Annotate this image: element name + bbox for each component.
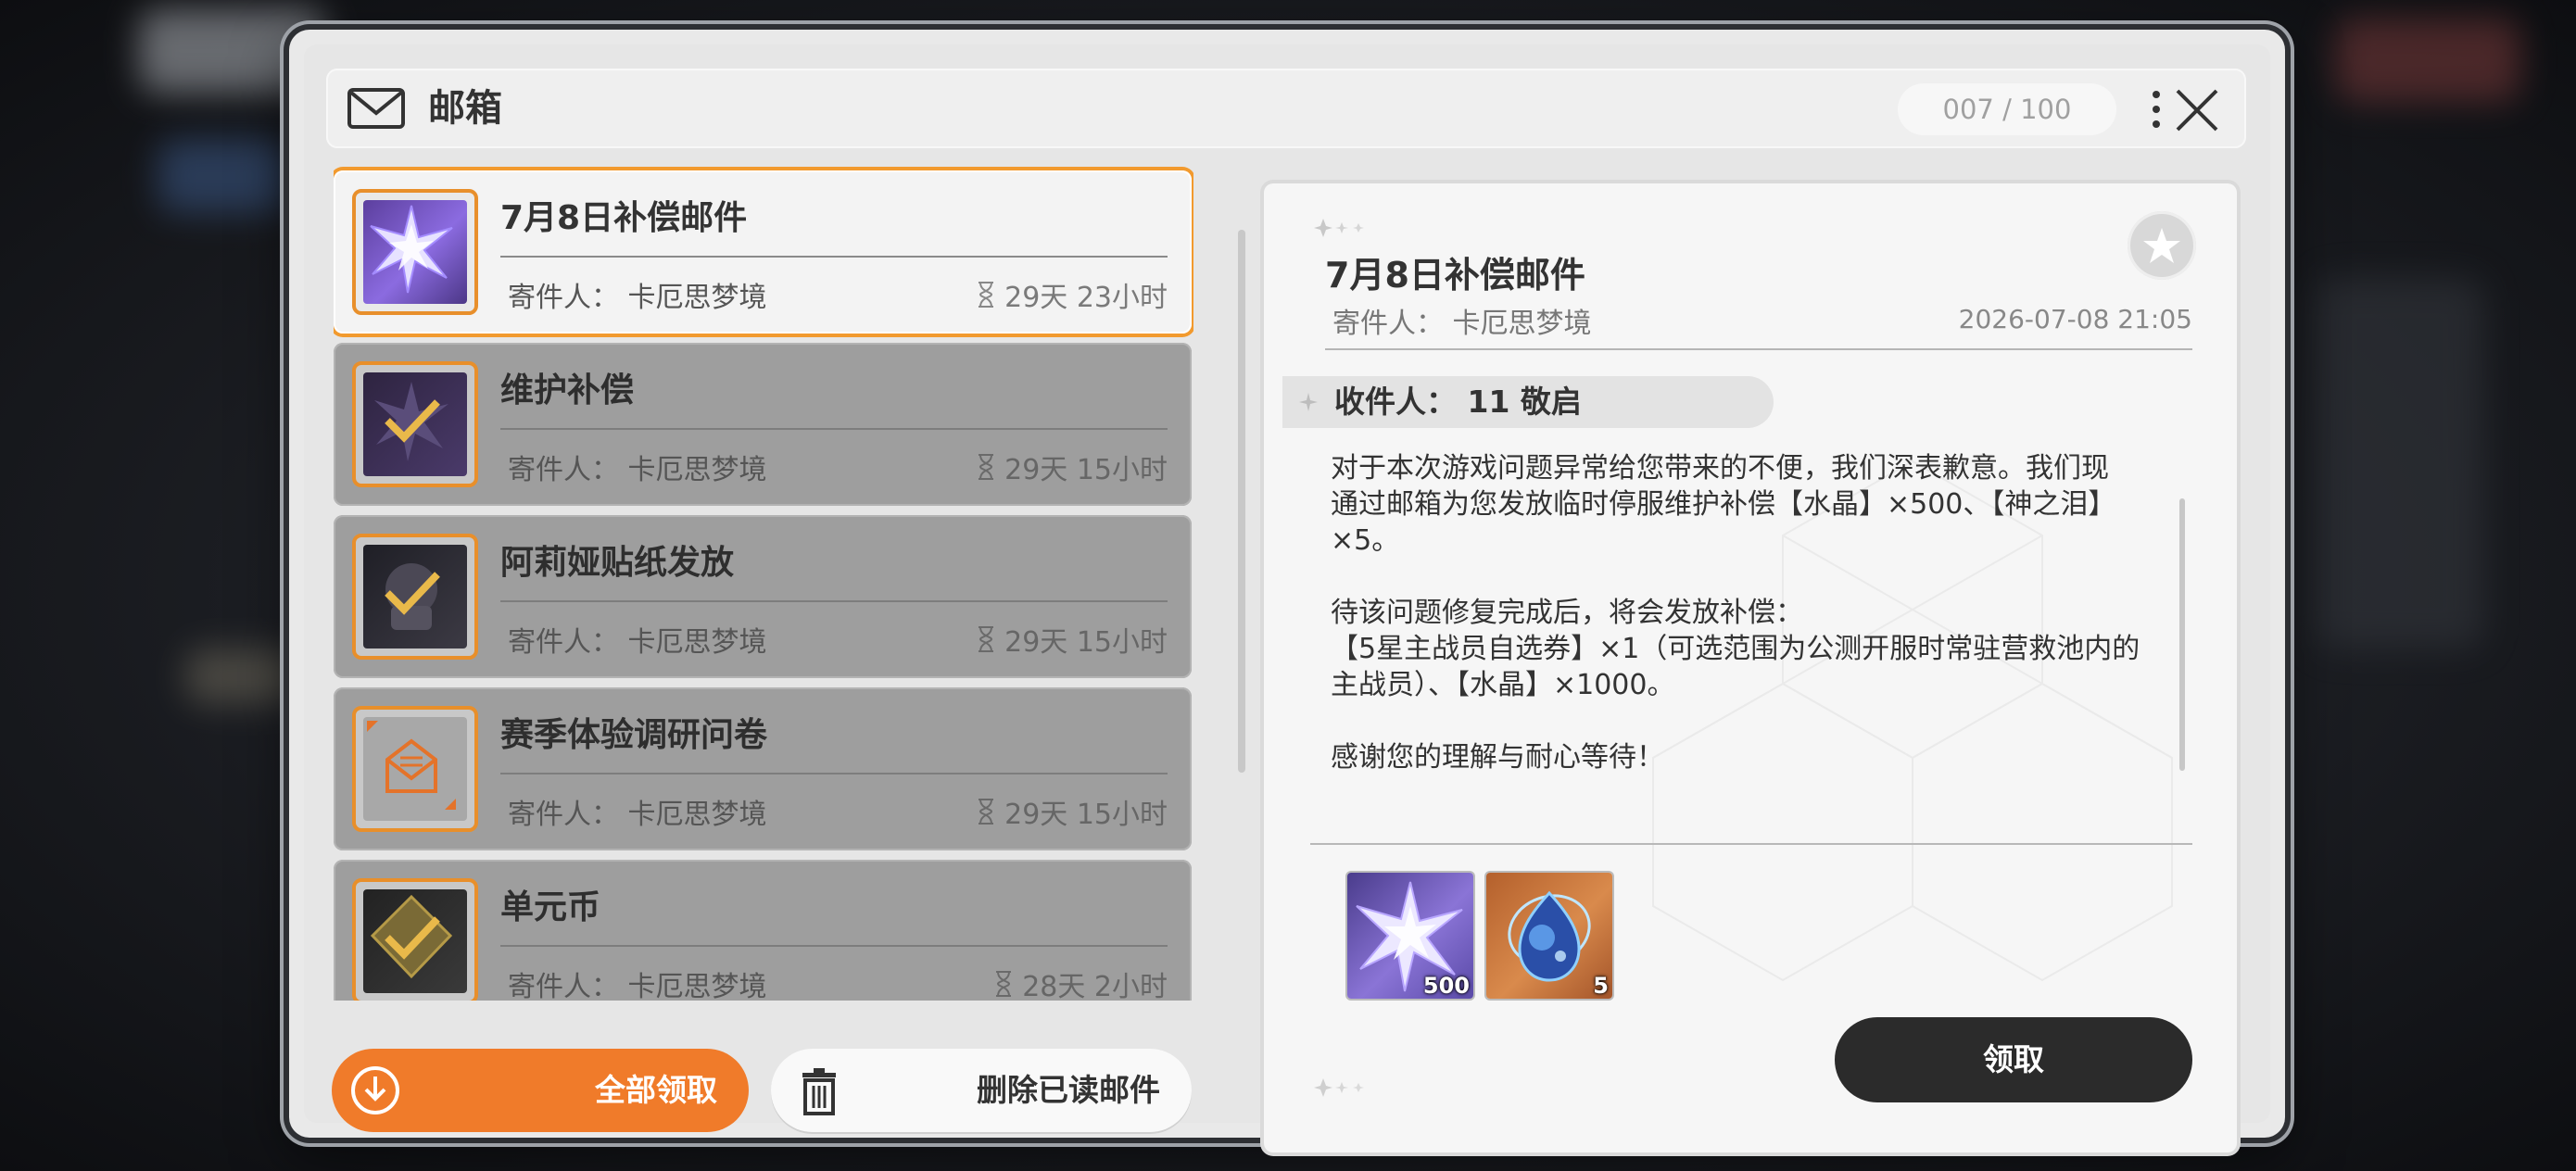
mail-thumbnail <box>352 534 478 660</box>
mail-thumbnail <box>352 878 478 1001</box>
mail-thumbnail <box>352 361 478 487</box>
trash-icon <box>802 1068 836 1115</box>
claim-button[interactable]: 领取 <box>1835 1017 2192 1102</box>
claimed-check-icon <box>374 382 448 461</box>
star-icon <box>2143 228 2180 263</box>
titlebar: 邮箱 007 / 100 <box>326 69 2246 148</box>
mail-list-item[interactable]: 7月8日补偿邮件 寄件人： 卡厄思梦境 29天 23小时 <box>334 170 1192 334</box>
recipient-bar: 收件人： 11 敬启 <box>1282 376 1774 428</box>
reward-item-crystal[interactable]: 500 <box>1347 873 1473 999</box>
mail-title: 7月8日补偿邮件 <box>500 199 748 237</box>
mail-sender: 寄件人： 卡厄思梦境 <box>508 282 767 314</box>
mail-list-item[interactable]: 维护补偿 寄件人： 卡厄思梦境 29天 15小时 <box>334 343 1192 506</box>
mail-sender: 寄件人： 卡厄思梦境 <box>508 971 767 1001</box>
envelope-open-icon <box>367 721 456 810</box>
crystal-star-icon <box>370 205 453 294</box>
divider <box>500 428 1168 430</box>
mail-expiry: 29天 15小时 <box>977 791 1168 832</box>
mail-sender: 寄件人： 卡厄思梦境 <box>508 454 767 486</box>
hourglass-icon <box>979 626 994 652</box>
mail-detail-panel: 7月8日补偿邮件 寄件人： 卡厄思梦境 2026-07-08 21:05 收件人… <box>1264 183 2237 1152</box>
more-options-icon[interactable] <box>2150 87 2163 132</box>
mail-title: 赛季体验调研问卷 <box>500 716 768 754</box>
mail-title: 单元币 <box>500 888 601 926</box>
mail-sender: 寄件人： 卡厄思梦境 <box>508 626 767 659</box>
detail-body: 对于本次游戏问题异常给您带来的不便，我们深表歉意。我们现 通过邮箱为您发放临时停… <box>1331 452 2140 774</box>
mail-thumbnail <box>352 706 478 832</box>
expiry-text: 29天 15小时 <box>1004 454 1168 486</box>
sparkle-icon <box>1299 393 1318 411</box>
mail-title: 维护补偿 <box>500 371 635 409</box>
mail-list-item[interactable]: 赛季体验调研问卷 寄件人： 卡厄思梦境 29天 15小时 <box>334 687 1192 850</box>
mail-sender: 寄件人： 卡厄思梦境 <box>508 799 767 831</box>
page-title: 邮箱 <box>428 87 502 130</box>
delete-read-button[interactable]: 删除已读邮件 <box>771 1049 1192 1132</box>
delete-read-label: 删除已读邮件 <box>977 1072 1160 1108</box>
mail-counter: 007 / 100 <box>1898 83 2116 135</box>
reward-quantity: 500 <box>1422 973 1470 999</box>
sparkle-decoration-icon <box>1314 1078 1364 1097</box>
mail-expiry: 29天 15小时 <box>977 447 1168 487</box>
mail-list-item[interactable]: 单元币 寄件人： 卡厄思梦境 28天 2小时 <box>334 860 1192 1001</box>
mail-expiry: 29天 15小时 <box>977 619 1168 660</box>
claim-all-button[interactable]: 全部领取 <box>332 1049 749 1132</box>
sparkle-decoration-icon <box>1314 219 1364 237</box>
divider <box>500 600 1168 602</box>
divider <box>500 945 1168 947</box>
expiry-text: 29天 15小时 <box>1004 799 1168 831</box>
mail-expiry: 29天 23小时 <box>977 274 1168 315</box>
mail-thumbnail <box>352 189 478 315</box>
divider <box>1325 348 2192 350</box>
favorite-star-button[interactable] <box>2128 211 2196 280</box>
claimed-check-icon <box>370 894 453 979</box>
hourglass-icon <box>979 454 994 480</box>
mail-list[interactable]: 7月8日补偿邮件 寄件人： 卡厄思梦境 29天 23小时 维护补偿 寄件人： 卡… <box>334 167 1193 1001</box>
hourglass-icon <box>979 282 994 308</box>
mail-list-scrollbar[interactable] <box>1238 230 1245 773</box>
mail-icon <box>347 88 405 129</box>
hourglass-icon <box>996 971 1012 997</box>
divider <box>1310 843 2192 845</box>
mail-list-item[interactable]: 阿莉娅贴纸发放 寄件人： 卡厄思梦境 29天 15小时 <box>334 515 1192 678</box>
detail-scrollbar[interactable] <box>2179 498 2185 771</box>
reward-quantity: 5 <box>1593 973 1609 999</box>
close-icon[interactable] <box>2174 87 2220 133</box>
expiry-text: 28天 2小时 <box>1022 971 1168 1001</box>
mail-expiry: 28天 2小时 <box>994 963 1168 1001</box>
detail-title: 7月8日补偿邮件 <box>1325 255 1585 296</box>
divider <box>500 256 1168 258</box>
divider <box>500 773 1168 774</box>
mail-title: 阿莉娅贴纸发放 <box>500 544 735 582</box>
claimed-check-icon <box>385 563 440 630</box>
mailbox-inner: 邮箱 007 / 100 7月8日补偿邮件 寄件人： 卡厄思梦境 29天 23小… <box>304 44 2270 1152</box>
download-circle-icon <box>351 1066 399 1114</box>
detail-date: 2026-07-08 21:05 <box>1958 304 2192 334</box>
detail-sender: 寄件人： 卡厄思梦境 <box>1332 308 1592 340</box>
claim-all-label: 全部领取 <box>595 1072 717 1108</box>
mailbox-window: 邮箱 007 / 100 7月8日补偿邮件 寄件人： 卡厄思梦境 29天 23小… <box>289 30 2285 1152</box>
hourglass-icon <box>979 799 994 825</box>
expiry-text: 29天 15小时 <box>1004 626 1168 659</box>
expiry-text: 29天 23小时 <box>1004 282 1168 314</box>
reward-item-tear[interactable]: 5 <box>1486 873 1612 999</box>
recipient-label: 收件人： 11 敬启 <box>1334 384 1582 420</box>
